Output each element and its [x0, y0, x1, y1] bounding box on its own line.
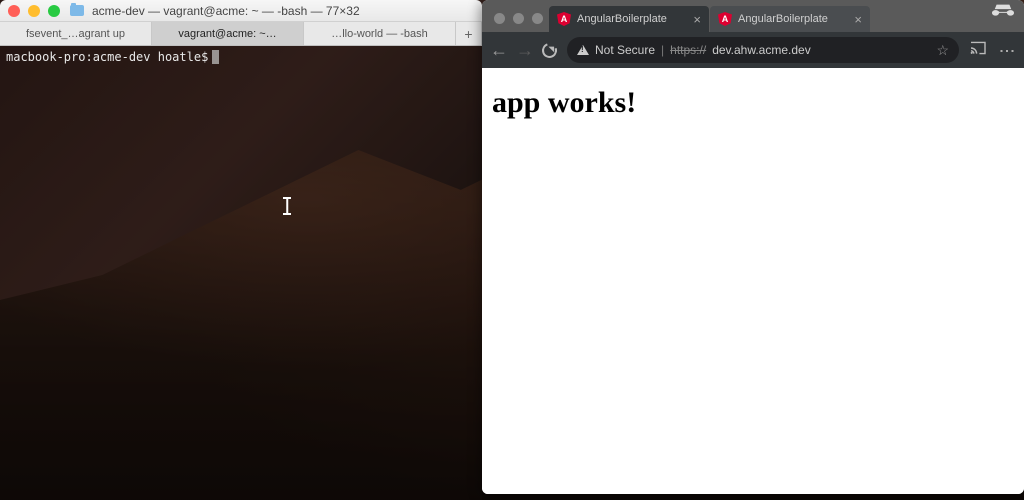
terminal-window: acme-dev — vagrant@acme: ~ — -bash — 77×… — [0, 0, 482, 500]
tab-close-icon[interactable]: × — [693, 12, 701, 27]
url-host: dev.ahw.acme.dev — [712, 43, 811, 57]
tab-title: AngularBoilerplate — [738, 13, 828, 25]
maximize-window-button[interactable] — [48, 5, 60, 17]
browser-tab-1[interactable]: A AngularBoilerplate × — [710, 6, 870, 32]
cast-icon[interactable] — [969, 41, 987, 60]
reload-button[interactable] — [540, 40, 560, 60]
terminal-body[interactable]: macbook-pro:acme-dev hoatle$ — [0, 46, 482, 68]
terminal-tab-1[interactable]: vagrant@acme: ~… — [152, 22, 304, 45]
terminal-tab-0[interactable]: fsevent_…agrant up — [0, 22, 152, 45]
browser-tab-0[interactable]: A AngularBoilerplate × — [549, 6, 709, 32]
back-button[interactable]: ← — [490, 40, 506, 61]
browser-close-button[interactable] — [494, 13, 505, 24]
browser-minimize-button[interactable] — [513, 13, 524, 24]
terminal-tabs: fsevent_…agrant up vagrant@acme: ~… …llo… — [0, 22, 482, 46]
forward-button[interactable]: → — [516, 40, 532, 61]
browser-window: A AngularBoilerplate × A AngularBoilerpl… — [482, 0, 1024, 494]
not-secure-label: Not Secure — [595, 43, 655, 57]
incognito-icon — [992, 4, 1014, 29]
page-heading: app works! — [492, 86, 1014, 120]
tab-title: AngularBoilerplate — [577, 13, 667, 25]
terminal-titlebar: acme-dev — vagrant@acme: ~ — -bash — 77×… — [0, 0, 482, 22]
terminal-tab-2[interactable]: …llo-world — -bash — [304, 22, 456, 45]
address-bar[interactable]: Not Secure | https://dev.ahw.acme.dev ☆ — [567, 37, 959, 63]
browser-tabbar: A AngularBoilerplate × A AngularBoilerpl… — [482, 0, 1024, 32]
terminal-new-tab-button[interactable]: + — [456, 22, 482, 45]
not-secure-icon — [577, 45, 589, 55]
browser-maximize-button[interactable] — [532, 13, 543, 24]
tab-close-icon[interactable]: × — [854, 12, 862, 27]
folder-icon — [70, 5, 84, 16]
bookmark-star-icon[interactable]: ☆ — [936, 42, 949, 59]
terminal-cursor — [212, 50, 219, 64]
browser-traffic-lights — [490, 13, 549, 32]
terminal-window-title: acme-dev — vagrant@acme: ~ — -bash — 77×… — [92, 4, 360, 18]
traffic-lights — [8, 5, 60, 17]
browser-toolbar: ← → Not Secure | https://dev.ahw.acme.de… — [482, 32, 1024, 68]
terminal-prompt: macbook-pro:acme-dev hoatle$ — [6, 50, 208, 64]
angular-icon: A — [718, 12, 732, 26]
angular-icon: A — [557, 12, 571, 26]
minimize-window-button[interactable] — [28, 5, 40, 17]
close-window-button[interactable] — [8, 5, 20, 17]
url-scheme: https:// — [670, 43, 706, 57]
browser-viewport: app works! — [482, 68, 1024, 494]
menu-button[interactable]: ⋮ — [997, 43, 1016, 57]
text-cursor-icon — [283, 198, 291, 214]
